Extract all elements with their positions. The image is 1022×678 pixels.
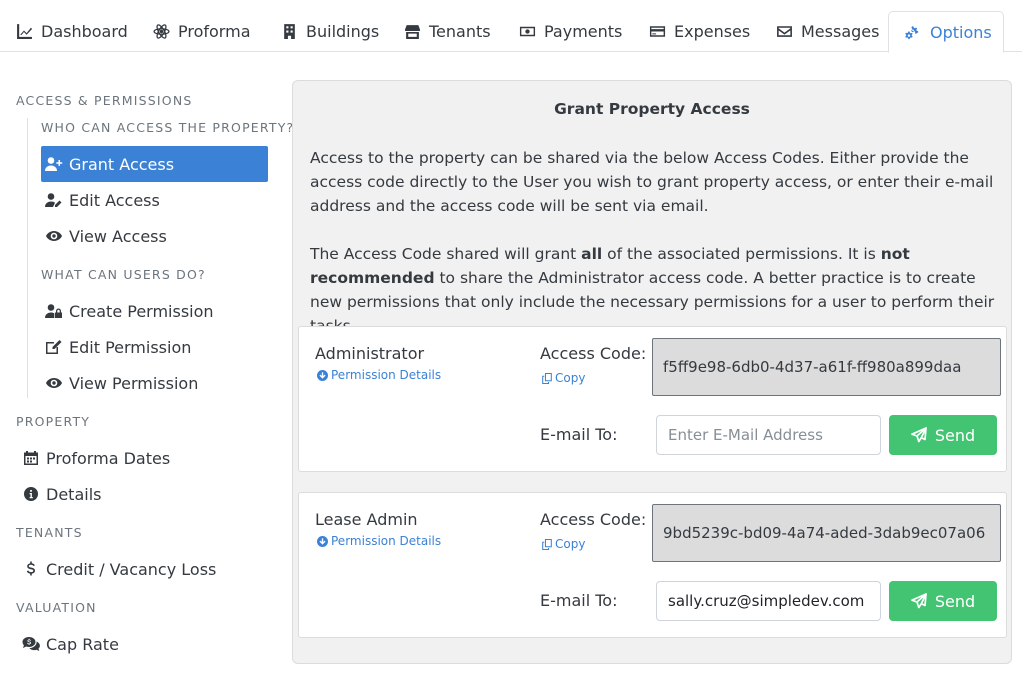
tab-expenses[interactable]: Expenses xyxy=(633,11,766,52)
permission-details-link[interactable]: Permission Details xyxy=(317,368,441,382)
sidebar-item-label: Cap Rate xyxy=(46,634,119,654)
copy-label: Copy xyxy=(555,371,586,385)
access-card-lease-admin: Lease Admin Permission Details Access Co… xyxy=(298,492,1007,638)
sidebar-item-cap-rate[interactable]: Cap Rate xyxy=(16,626,268,662)
tab-label: Proforma xyxy=(178,22,251,41)
user-edit-icon xyxy=(45,193,62,207)
sidebar-item-label: Credit / Vacancy Loss xyxy=(46,559,217,579)
eye-icon xyxy=(46,231,62,241)
recommendation-paragraph: The Access Code shared will grant all of… xyxy=(310,242,1000,338)
envelope-icon xyxy=(777,26,792,37)
eye-icon xyxy=(46,378,62,388)
sidebar-subheading-what: WHAT CAN USERS DO? xyxy=(41,267,206,282)
role-name: Lease Admin xyxy=(315,510,418,529)
send-label: Send xyxy=(934,591,976,611)
permission-details-link[interactable]: Permission Details xyxy=(317,534,441,548)
sidebar-item-create-permission[interactable]: Create Permission xyxy=(41,293,268,329)
tab-dashboard[interactable]: Dashboard xyxy=(0,11,144,52)
copy-icon xyxy=(542,538,552,550)
tab-buildings[interactable]: Buildings xyxy=(265,11,395,52)
page-title: Grant Property Access xyxy=(554,100,750,118)
arrow-circle-down-icon xyxy=(317,369,328,381)
role-name: Administrator xyxy=(315,344,425,363)
sidebar-heading-access: ACCESS & PERMISSIONS xyxy=(16,93,193,108)
tab-label: Buildings xyxy=(306,22,380,41)
tab-label: Tenants xyxy=(429,22,491,41)
note-text: of the associated permissions. It is xyxy=(602,245,881,263)
sidebar-item-proforma-dates[interactable]: Proforma Dates xyxy=(16,440,268,476)
tab-label: Messages xyxy=(801,22,880,41)
user-lock-icon xyxy=(45,304,62,318)
building-icon xyxy=(284,24,295,39)
sidebar-item-credit-vacancy-loss[interactable]: Credit / Vacancy Loss xyxy=(16,551,268,587)
store-icon xyxy=(405,25,420,39)
tab-label: Payments xyxy=(544,22,623,41)
tab-proforma[interactable]: Proforma xyxy=(137,11,267,52)
tab-label: Expenses xyxy=(674,22,751,41)
sidebar-item-label: Proforma Dates xyxy=(46,448,171,468)
tab-label: Options xyxy=(930,22,992,42)
send-button[interactable]: Send xyxy=(889,581,997,621)
grant-access-panel: Grant Property Access Access to the prop… xyxy=(292,80,1012,664)
user-plus-icon xyxy=(45,157,63,171)
sidebar-item-grant-access[interactable]: Grant Access xyxy=(41,146,268,182)
access-code-label: Access Code: xyxy=(540,344,647,363)
sidebar-item-edit-access[interactable]: Edit Access xyxy=(41,182,268,218)
sidebar-item-label: Create Permission xyxy=(69,301,214,321)
access-code-field[interactable]: 9bd5239c-bd09-4a74-aded-3dab9ec07a06 xyxy=(652,504,1001,562)
atom-icon xyxy=(153,24,170,39)
copy-label: Copy xyxy=(555,537,586,551)
access-code-field[interactable]: f5ff9e98-6db0-4d37-a61f-ff980a899daa xyxy=(652,338,1001,396)
note-emphasis-all: all xyxy=(581,245,603,263)
sidebar-item-label: Edit Permission xyxy=(69,337,192,357)
paper-plane-icon xyxy=(910,427,927,443)
copy-code-link[interactable]: Copy xyxy=(542,537,585,551)
credit-card-icon xyxy=(649,26,666,37)
email-to-label: E-mail To: xyxy=(540,591,618,610)
info-circle-icon xyxy=(24,487,38,501)
sidebar-item-label: Edit Access xyxy=(69,190,160,210)
sidebar-item-edit-permission[interactable]: Edit Permission xyxy=(41,329,268,365)
sidebar-item-label: Grant Access xyxy=(69,154,175,174)
sidebar-item-label: View Permission xyxy=(69,373,199,393)
access-code-label: Access Code: xyxy=(540,510,647,529)
sidebar-tree-line xyxy=(27,118,28,398)
gears-icon xyxy=(905,25,919,39)
email-to-label: E-mail To: xyxy=(540,425,618,444)
tab-tenants[interactable]: Tenants xyxy=(388,11,507,52)
sidebar-heading-tenants: TENANTS xyxy=(16,525,83,540)
sidebar-subheading-who: WHO CAN ACCESS THE PROPERTY? xyxy=(41,120,295,135)
note-text: The Access Code shared will grant xyxy=(310,245,582,263)
money-bill-icon xyxy=(519,26,536,37)
tab-label: Dashboard xyxy=(41,22,128,41)
arrow-circle-down-icon xyxy=(317,535,328,547)
sidebar-heading-valuation: VALUATION xyxy=(16,600,97,615)
intro-paragraph: Access to the property can be shared via… xyxy=(310,149,994,215)
copy-code-link[interactable]: Copy xyxy=(542,371,585,385)
sidebar-item-details[interactable]: Details xyxy=(16,476,268,512)
paper-plane-icon xyxy=(910,593,927,609)
calendar-icon xyxy=(24,451,38,465)
sidebar-item-label: View Access xyxy=(69,226,167,246)
access-card-administrator: Administrator Permission Details Access … xyxy=(298,326,1007,472)
sidebar-heading-property: PROPERTY xyxy=(16,414,91,429)
chart-line-icon xyxy=(17,24,33,39)
permission-details-label: Permission Details xyxy=(331,534,442,548)
email-input[interactable] xyxy=(656,415,881,455)
edit-icon xyxy=(46,340,62,354)
sidebar-item-label: Details xyxy=(46,484,102,504)
send-label: Send xyxy=(934,425,976,445)
tab-options[interactable]: Options xyxy=(888,11,1004,53)
sidebar-item-view-access[interactable]: View Access xyxy=(41,218,268,254)
tab-messages[interactable]: Messages xyxy=(760,11,895,52)
top-tab-bar: Dashboard Proforma Buildings Tenants Pay… xyxy=(0,0,1022,53)
send-button[interactable]: Send xyxy=(889,415,997,455)
dollar-sign-icon xyxy=(26,561,35,576)
email-input[interactable] xyxy=(656,581,881,621)
tab-payments[interactable]: Payments xyxy=(503,11,638,52)
comments-dollar-icon xyxy=(22,637,40,651)
permission-details-label: Permission Details xyxy=(331,368,442,382)
copy-icon xyxy=(542,372,552,384)
sidebar-item-view-permission[interactable]: View Permission xyxy=(41,365,268,401)
